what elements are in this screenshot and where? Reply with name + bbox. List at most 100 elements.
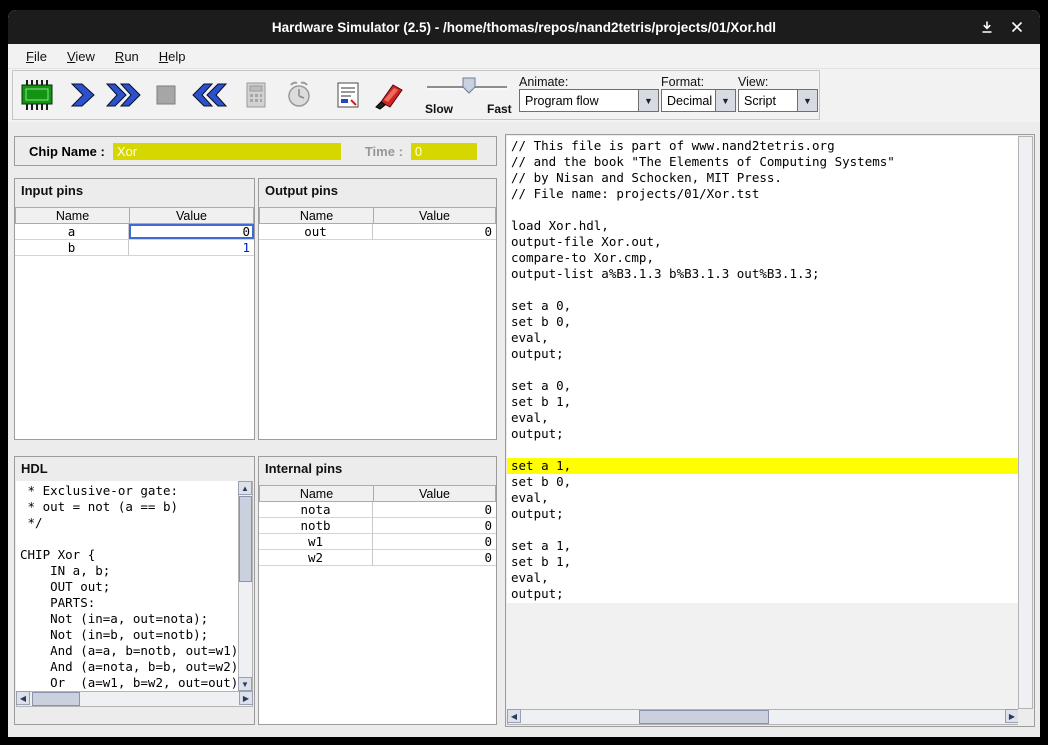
input-pins-title: Input pins	[15, 179, 254, 200]
scrollbar-thumb[interactable]	[32, 692, 80, 706]
code-line: */	[20, 515, 240, 531]
clear-pins-button[interactable]	[369, 74, 409, 116]
menu-run[interactable]: Run	[105, 46, 149, 67]
scroll-up-icon[interactable]: ▲	[238, 481, 252, 495]
script-empty-area	[507, 603, 1019, 709]
code-line: Or (a=w1, b=w2, out=out);	[20, 675, 240, 691]
chevron-down-icon[interactable]: ▼	[715, 90, 735, 111]
code-line: OUT out;	[20, 579, 240, 595]
pin-value[interactable]: 0	[373, 518, 496, 534]
scrollbar-thumb[interactable]	[639, 710, 769, 724]
calculator-button[interactable]	[236, 74, 276, 116]
script-vertical-scrollbar[interactable]	[1018, 136, 1033, 709]
scroll-left-icon[interactable]: ◀	[16, 691, 30, 705]
scroll-right-icon[interactable]: ▶	[1005, 709, 1019, 723]
code-line: eval,	[507, 490, 1019, 506]
pin-name: nota	[259, 502, 373, 518]
script-icon	[334, 81, 362, 109]
code-line: compare-to Xor.cmp,	[507, 250, 1019, 266]
pin-value[interactable]: 0	[373, 224, 496, 240]
app-window: Hardware Simulator (2.5) - /home/thomas/…	[8, 10, 1040, 737]
view-value: Script	[739, 94, 797, 108]
code-line: set b 0,	[507, 474, 1019, 490]
code-line: output-list a%B3.1.3 b%B3.1.3 out%B3.1.3…	[507, 266, 1019, 282]
format-value: Decimal	[662, 94, 715, 108]
view-select[interactable]: Script ▼	[738, 89, 818, 112]
column-header: Value	[373, 485, 496, 502]
pin-row: out0	[259, 224, 496, 240]
animate-select[interactable]: Program flow ▼	[519, 89, 659, 112]
menu-file[interactable]: File	[16, 46, 57, 67]
pin-value[interactable]: 0	[373, 550, 496, 566]
reset-button[interactable]	[189, 74, 229, 116]
clock-button[interactable]	[279, 74, 319, 116]
pin-name: notb	[259, 518, 373, 534]
code-line: PARTS:	[20, 595, 240, 611]
output-pins-panel: Output pins NameValueout0	[258, 178, 497, 440]
run-button[interactable]	[104, 74, 144, 116]
speed-slider[interactable]	[421, 75, 513, 101]
toolbar-box: Slow Fast Animate: Program flow ▼ Format…	[12, 70, 820, 120]
scroll-right-icon[interactable]: ▶	[239, 691, 253, 705]
code-line: Not (in=b, out=notb);	[20, 627, 240, 643]
view-label: View:	[738, 75, 768, 89]
code-line: output-file Xor.out,	[507, 234, 1019, 250]
code-line: // This file is part of www.nand2tetris.…	[507, 138, 1019, 154]
animate-label: Animate:	[519, 75, 568, 89]
code-line: output;	[507, 506, 1019, 522]
close-icon[interactable]	[1008, 18, 1026, 36]
code-line: output;	[507, 426, 1019, 442]
calculator-icon	[242, 81, 270, 109]
hdl-horizontal-scrollbar[interactable]: ◀ ▶	[16, 691, 253, 707]
chip-name-field[interactable]: Xor	[113, 143, 341, 160]
column-header: Name	[15, 207, 129, 224]
code-line: load Xor.hdl,	[507, 218, 1019, 234]
pin-name: w1	[259, 534, 373, 550]
hdl-title: HDL	[15, 457, 254, 478]
chevron-down-icon[interactable]: ▼	[797, 90, 817, 111]
pin-name: out	[259, 224, 373, 240]
menu-help[interactable]: Help	[149, 46, 196, 67]
hdl-vertical-scrollbar[interactable]: ▲ ▼	[238, 481, 253, 691]
pin-name: w2	[259, 550, 373, 566]
menu-view[interactable]: View	[57, 46, 105, 67]
code-line: eval,	[507, 410, 1019, 426]
scrollbar-thumb[interactable]	[239, 496, 252, 582]
chip-name-label: Chip Name :	[29, 144, 105, 159]
title-bar[interactable]: Hardware Simulator (2.5) - /home/thomas/…	[8, 10, 1040, 44]
chevron-down-icon[interactable]: ▼	[638, 90, 658, 111]
code-line: eval,	[507, 570, 1019, 586]
format-select[interactable]: Decimal ▼	[661, 89, 736, 112]
code-line	[20, 531, 240, 547]
hdl-lines: * Exclusive-or gate: * out = not (a == b…	[16, 481, 240, 691]
load-chip-button[interactable]	[17, 74, 57, 116]
code-line: And (a=nota, b=b, out=w2);	[20, 659, 240, 675]
scroll-left-icon[interactable]: ◀	[507, 709, 521, 723]
pin-name: a	[15, 224, 129, 240]
animate-value: Program flow	[520, 94, 638, 108]
script-horizontal-scrollbar[interactable]: ◀ ▶	[507, 709, 1019, 725]
input-pins-panel: Input pins NameValuea0b1	[14, 178, 255, 440]
output-pins-table: NameValueout0	[259, 207, 496, 439]
code-line: * Exclusive-or gate:	[20, 483, 240, 499]
column-header: Name	[259, 207, 373, 224]
code-line	[507, 202, 1019, 218]
pin-value[interactable]: 0	[129, 224, 254, 240]
run-icon	[105, 81, 143, 109]
time-label: Time :	[365, 144, 403, 159]
stop-button[interactable]	[146, 74, 186, 116]
scroll-down-icon[interactable]: ▼	[238, 677, 252, 691]
pin-value[interactable]: 0	[373, 534, 496, 550]
menu-bar: FileViewRunHelp	[8, 44, 1040, 69]
slider-slow-label: Slow	[425, 102, 453, 116]
pin-value[interactable]: 1	[129, 240, 254, 256]
single-step-button[interactable]	[63, 74, 103, 116]
code-line: CHIP Xor {	[20, 547, 240, 563]
minimize-icon[interactable]	[978, 18, 996, 36]
view-script-button[interactable]	[328, 74, 368, 116]
pin-value[interactable]: 0	[373, 502, 496, 518]
code-line: set a 0,	[507, 378, 1019, 394]
code-line: // by Nisan and Schocken, MIT Press.	[507, 170, 1019, 186]
script-lines: // This file is part of www.nand2tetris.…	[507, 136, 1019, 603]
table-header: NameValue	[259, 485, 496, 502]
